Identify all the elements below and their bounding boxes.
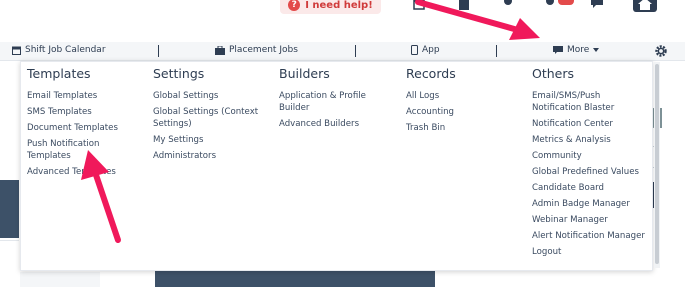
menu-column-records: Records All Logs Accounting Trash Bin [406, 66, 456, 138]
menu-item-notification-center[interactable]: Notification Center [532, 118, 645, 130]
help-button[interactable]: ? I need help! [280, 0, 381, 14]
chat-icon [553, 45, 563, 54]
menu-column-builders: Builders Application & Profile Builder A… [279, 66, 374, 134]
menu-column-others: Others Email/SMS/Push Notification Blast… [532, 66, 645, 262]
column-title: Settings [153, 66, 205, 81]
background-panel [0, 180, 19, 238]
nav-app[interactable]: App [411, 45, 440, 55]
menu-item-advanced-templates[interactable]: Advanced Templates [27, 166, 118, 178]
menu-item-global-settings-context[interactable]: Global Settings (Context Settings) [153, 106, 265, 130]
scrollbar-thumb[interactable] [655, 64, 659, 264]
people-alert-icon[interactable] [542, 0, 576, 10]
menu-column-templates: Templates Email Templates SMS Templates … [27, 66, 118, 182]
calendar-icon[interactable] [413, 0, 425, 10]
background-divider [0, 240, 19, 241]
column-title: Builders [279, 66, 330, 81]
menu-item-accounting[interactable]: Accounting [406, 106, 456, 118]
top-header: ? I need help! [0, 0, 685, 42]
menu-item-my-settings[interactable]: My Settings [153, 134, 265, 146]
menu-item-advanced-builders[interactable]: Advanced Builders [279, 118, 374, 130]
nav-label: Shift Job Calendar [25, 45, 106, 55]
nav-label: App [422, 45, 440, 55]
main-navbar: Shift Job Calendar Placement Jobs App Mo… [0, 42, 685, 61]
menu-item-logout[interactable]: Logout [532, 246, 645, 258]
menu-item-admin-badge-manager[interactable]: Admin Badge Manager [532, 198, 645, 210]
menu-item-global-settings[interactable]: Global Settings [153, 90, 265, 102]
nav-shift-job-calendar[interactable]: Shift Job Calendar [12, 45, 106, 55]
menu-item-email-templates[interactable]: Email Templates [27, 90, 118, 102]
home-icon [638, 0, 652, 10]
nav-label: Placement Jobs [229, 45, 298, 55]
menu-item-all-logs[interactable]: All Logs [406, 90, 456, 102]
menu-item-metrics-analysis[interactable]: Metrics & Analysis [532, 134, 645, 146]
menu-item-document-templates[interactable]: Document Templates [27, 122, 118, 134]
menu-item-application-profile-builder[interactable]: Application & Profile Builder [279, 90, 374, 114]
column-title: Records [406, 66, 456, 81]
nav-divider [496, 45, 497, 57]
background-header-bar [155, 270, 435, 287]
home-button[interactable] [633, 0, 657, 12]
nav-placement-jobs[interactable]: Placement Jobs [215, 45, 298, 55]
nav-label: More [567, 45, 590, 55]
building-icon[interactable] [458, 0, 470, 10]
help-label: I need help! [305, 0, 373, 11]
menu-item-candidate-board[interactable]: Candidate Board [532, 182, 645, 194]
menu-item-administrators[interactable]: Administrators [153, 150, 265, 162]
menu-item-alert-notification-manager[interactable]: Alert Notification Manager [532, 230, 645, 242]
question-icon: ? [288, 0, 301, 11]
menu-item-sms-templates[interactable]: SMS Templates [27, 106, 118, 118]
menu-item-trash-bin[interactable]: Trash Bin [406, 122, 456, 134]
more-dropdown-menu: Templates Email Templates SMS Templates … [20, 61, 653, 271]
briefcase-icon [215, 45, 225, 55]
nav-more-dropdown[interactable]: More [553, 45, 600, 55]
chat-icon[interactable] [590, 0, 604, 10]
menu-item-notification-blaster[interactable]: Email/SMS/Push Notification Blaster [532, 90, 632, 114]
phone-icon [411, 45, 418, 55]
nav-divider [158, 45, 159, 57]
menu-item-community[interactable]: Community [532, 150, 645, 162]
menu-item-push-notification-templates[interactable]: Push Notification Templates [27, 138, 107, 162]
people-icon[interactable] [500, 0, 516, 10]
column-title: Others [532, 66, 575, 81]
column-title: Templates [27, 66, 91, 81]
caret-down-icon [593, 48, 600, 52]
menu-item-global-predefined-values[interactable]: Global Predefined Values [532, 166, 645, 178]
background-tab [20, 272, 100, 287]
nav-divider [355, 45, 356, 57]
menu-item-webinar-manager[interactable]: Webinar Manager [532, 214, 645, 226]
gear-icon[interactable] [655, 45, 667, 57]
menu-column-settings: Settings Global Settings Global Settings… [153, 66, 265, 166]
calendar-icon [12, 46, 21, 55]
